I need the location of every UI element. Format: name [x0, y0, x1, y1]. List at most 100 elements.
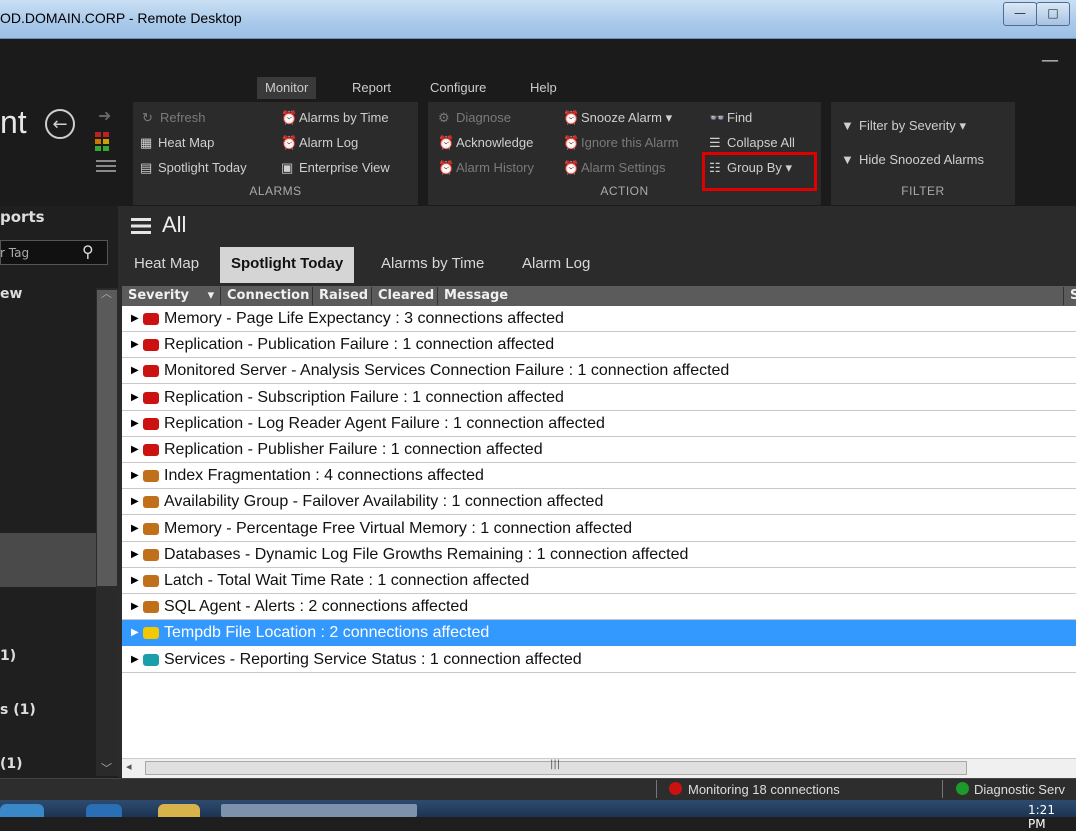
left-panel-item[interactable]: 1) — [0, 648, 16, 664]
alarm-message: Replication - Publisher Failure : 1 conn… — [164, 441, 543, 458]
scroll-grip-icon: ||| — [550, 759, 561, 770]
alarm-row[interactable]: ▶ Databases - Dynamic Log File Growths Re… — [122, 542, 1076, 568]
tab-alarm-log[interactable]: Alarm Log — [511, 247, 601, 283]
find-button[interactable]: 👓 Find — [709, 110, 752, 126]
column-header-raised[interactable]: Raised — [313, 287, 372, 305]
alarm-row[interactable]: ▶ Tempdb File Location : 2 connections af… — [122, 620, 1076, 647]
hamburger-menu-icon[interactable] — [131, 218, 151, 234]
spotlight-today-button[interactable]: ▤ Spotlight Today — [140, 160, 247, 176]
tab-heat-map[interactable]: Heat Map — [123, 247, 210, 283]
heat-map-button[interactable]: ▦ Heat Map — [140, 135, 214, 151]
alarm-history-button[interactable]: ⏰ Alarm History — [438, 160, 534, 176]
forward-arrow-icon[interactable]: ➜ — [98, 106, 111, 125]
alarm-row[interactable]: ▶ Index Fragmentation : 4 connections aff… — [122, 463, 1076, 490]
column-header-severity[interactable]: Severity ▾ — [122, 287, 221, 305]
expand-arrow-icon[interactable]: ▶ — [131, 594, 139, 620]
left-panel-scroll-thumb[interactable] — [97, 290, 117, 586]
alarm-row[interactable]: ▶ Latch - Total Wait Time Rate : 1 connec… — [122, 568, 1076, 594]
filter-by-severity-button[interactable]: ▼ Filter by Severity ▾ — [841, 118, 966, 134]
monitoring-status-text[interactable]: Monitoring 18 connections — [688, 782, 840, 797]
severity-warning-icon — [143, 496, 159, 509]
alarm-log-button[interactable]: ⏰ Alarm Log — [281, 135, 358, 151]
column-header-s[interactable]: S — [1064, 287, 1076, 305]
list-view-icon[interactable] — [96, 160, 116, 174]
severity-critical-icon — [143, 313, 159, 325]
taskbar-clock: 1:21 PM — [1028, 803, 1055, 831]
column-header-message[interactable]: Message — [438, 287, 1064, 305]
enterprise-view-button[interactable]: ▣ Enterprise View — [281, 160, 390, 176]
alarm-message: Memory - Page Life Expectancy : 3 connec… — [164, 310, 564, 327]
collapse-ribbon-icon[interactable]: — — [1041, 50, 1059, 71]
expand-arrow-icon[interactable]: ▶ — [131, 411, 139, 437]
alarm-settings-button[interactable]: ⏰ Alarm Settings — [563, 160, 666, 176]
tab-spotlight-today[interactable]: Spotlight Today — [220, 247, 355, 283]
menu-tab-monitor[interactable]: Monitor — [257, 77, 317, 99]
minimize-button[interactable]: — — [1003, 2, 1037, 26]
menu-tab-help[interactable]: Help — [522, 77, 565, 99]
column-header-connection[interactable]: Connection — [221, 287, 313, 305]
menu-tab-report[interactable]: Report — [344, 77, 399, 99]
expand-arrow-icon[interactable]: ▶ — [131, 332, 139, 358]
alarm-row[interactable]: ▶ Memory - Page Life Expectancy : 3 conne… — [122, 306, 1076, 332]
hide-snoozed-button[interactable]: ▼ Hide Snoozed Alarms — [841, 152, 984, 167]
snooze-alarm-button[interactable]: ⏰ Snooze Alarm ▾ — [563, 110, 672, 126]
severity-info-icon — [143, 653, 159, 666]
expand-arrow-icon[interactable]: ▶ — [131, 463, 139, 489]
column-header-cleared[interactable]: Cleared — [372, 287, 438, 305]
severity-critical-icon — [143, 339, 159, 352]
expand-arrow-icon[interactable]: ▶ — [131, 647, 139, 673]
alarm-row[interactable]: ▶ Availability Group - Failover Availabil… — [122, 489, 1076, 516]
status-divider — [942, 780, 943, 798]
diagnostic-status-text[interactable]: Diagnostic Serv — [974, 782, 1065, 797]
left-panel-item[interactable]: (1) — [0, 756, 23, 772]
ribbon-group-label-filter: FILTER — [901, 184, 945, 198]
active-window-taskbar-button[interactable] — [221, 804, 417, 817]
ignore-icon: ⏰ — [563, 135, 580, 150]
scroll-up-icon[interactable]: ︿ — [101, 285, 112, 301]
diagnose-button[interactable]: ⚙ Diagnose — [438, 110, 511, 126]
collapse-all-button[interactable]: ☰ Collapse All — [709, 135, 795, 151]
scroll-down-icon[interactable]: ﹀ — [101, 760, 112, 776]
tag-search-placeholder: r Tag — [0, 246, 30, 260]
window-title-bar[interactable]: OD.DOMAIN.CORP - Remote Desktop — □ — [0, 0, 1076, 39]
alarm-row[interactable]: ▶ Memory - Percentage Free Virtual Memory… — [122, 516, 1076, 542]
alarm-row[interactable]: ▶ Replication - Publisher Failure : 1 con… — [122, 437, 1076, 463]
maximize-button[interactable]: □ — [1036, 2, 1070, 26]
alarm-row[interactable]: ▶ Monitored Server - Analysis Services Co… — [122, 358, 1076, 385]
expand-arrow-icon[interactable]: ▶ — [131, 620, 139, 646]
alarm-message: Latch - Total Wait Time Rate : 1 connect… — [164, 572, 530, 589]
scroll-left-icon[interactable]: ◂ — [126, 760, 132, 773]
grid-icon: ▦ — [140, 135, 153, 150]
tab-alarms-by-time[interactable]: Alarms by Time — [370, 247, 495, 283]
refresh-button[interactable]: ↻ Refresh — [142, 110, 206, 126]
alarms-by-time-button[interactable]: ⏰ Alarms by Time — [281, 110, 389, 126]
left-panel-item[interactable]: s (1) — [0, 702, 36, 718]
alarm-row[interactable]: ▶ Replication - Log Reader Agent Failure … — [122, 411, 1076, 437]
left-panel-selected-item[interactable] — [0, 533, 96, 587]
alarm-row[interactable]: ▶ Services - Reporting Service Status : 1… — [122, 647, 1076, 673]
status-bar — [0, 778, 1076, 801]
folder-taskbar-icon[interactable] — [158, 804, 200, 817]
expand-arrow-icon[interactable]: ▶ — [131, 542, 139, 568]
severity-warning-icon — [143, 548, 159, 561]
menu-tab-configure[interactable]: Configure — [422, 77, 494, 99]
ignore-alarm-button[interactable]: ⏰ Ignore this Alarm — [563, 135, 679, 151]
alarm-row[interactable]: ▶ Replication - Subscription Failure : 1 … — [122, 385, 1076, 411]
back-arrow-icon[interactable]: ← — [45, 109, 75, 139]
expand-arrow-icon[interactable]: ▶ — [131, 489, 139, 515]
expand-arrow-icon[interactable]: ▶ — [131, 358, 139, 384]
monitoring-status-icon — [669, 782, 682, 795]
expand-arrow-icon[interactable]: ▶ — [131, 516, 139, 542]
start-button-icon[interactable] — [0, 804, 44, 817]
expand-arrow-icon[interactable]: ▶ — [131, 437, 139, 463]
alarm-row[interactable]: ▶ Replication - Publication Failure : 1 c… — [122, 332, 1076, 359]
expand-arrow-icon[interactable]: ▶ — [131, 306, 139, 332]
expand-arrow-icon[interactable]: ▶ — [131, 568, 139, 594]
search-icon[interactable]: ⚲ — [82, 242, 94, 261]
browser-taskbar-icon[interactable] — [86, 804, 122, 817]
settings-icon: ⏰ — [563, 160, 580, 175]
expand-arrow-icon[interactable]: ▶ — [131, 385, 139, 411]
sort-down-icon: ▾ — [207, 288, 215, 303]
acknowledge-button[interactable]: ⏰ Acknowledge — [438, 135, 533, 151]
alarm-row[interactable]: ▶ SQL Agent - Alerts : 2 connections affe… — [122, 594, 1076, 621]
